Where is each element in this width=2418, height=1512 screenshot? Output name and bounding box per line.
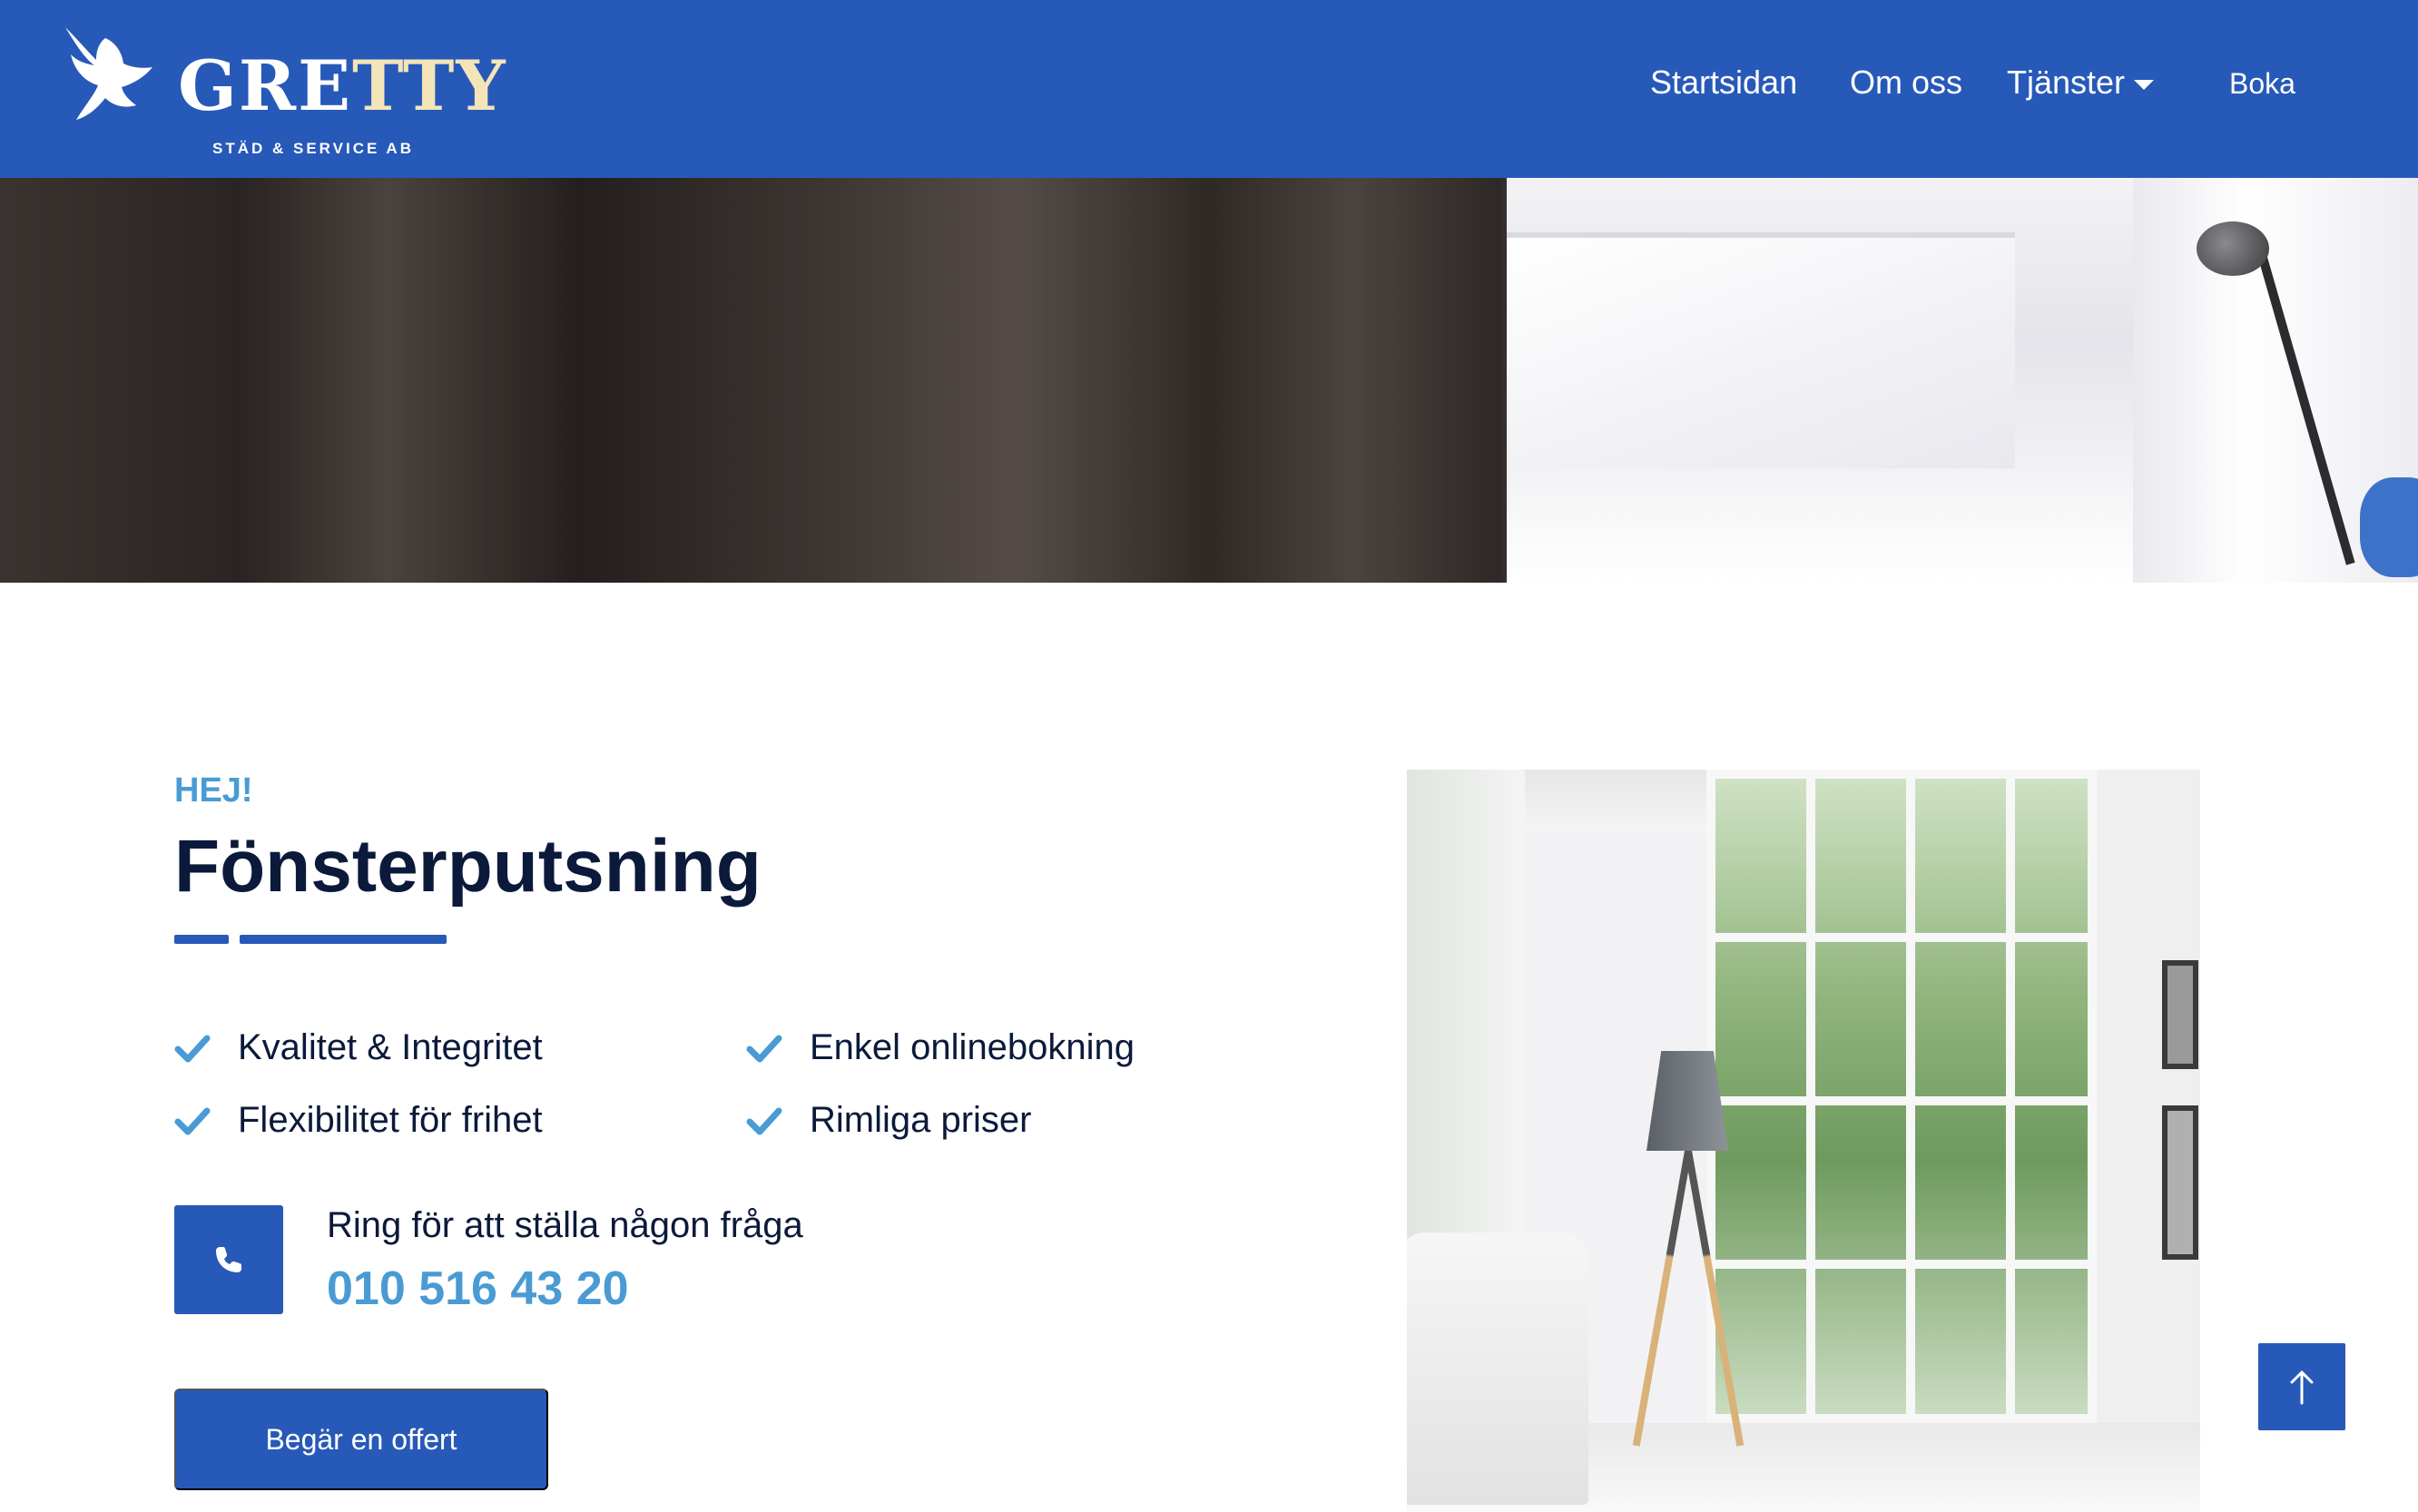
title-underline-short [174, 935, 229, 944]
feature-label: Kvalitet & Integritet [238, 1027, 543, 1067]
hero-image [0, 178, 2418, 583]
feature-item: Kvalitet & Integritet [172, 1027, 543, 1068]
hero-glove [2360, 477, 2418, 577]
hero-window-frame [1507, 232, 2015, 468]
check-icon [174, 1035, 211, 1062]
feature-label: Enkel onlinebokning [810, 1027, 1135, 1067]
phone-icon [216, 1247, 241, 1272]
check-icon [174, 1107, 211, 1134]
photo-mullion [1706, 1260, 2097, 1269]
photo-picture-frame [2162, 1105, 2198, 1260]
check-icon [746, 1107, 782, 1134]
brand-name: GRETTY [178, 45, 507, 126]
hero-cleaning-tool [2197, 221, 2269, 276]
nav-om-oss[interactable]: Om oss [1850, 64, 1962, 102]
back-to-top-button[interactable] [2258, 1343, 2345, 1430]
top-navbar: GRETTY STÄD & SERVICE AB Startsidan Om o… [0, 0, 2418, 178]
brand-tagline: STÄD & SERVICE AB [212, 140, 414, 157]
feature-label: Flexibilitet för frihet [238, 1100, 543, 1140]
room-photo [1407, 770, 2200, 1512]
caret-down-icon [2134, 79, 2155, 90]
request-quote-button[interactable]: Begär en offert [174, 1389, 548, 1490]
photo-picture-frame [2162, 960, 2198, 1069]
photo-mullion [1706, 933, 2097, 942]
brand-logo[interactable]: GRETTY STÄD & SERVICE AB [58, 18, 506, 163]
nav-tjanster-dropdown[interactable]: Tjänster [2007, 64, 2155, 102]
feature-label: Rimliga priser [810, 1100, 1032, 1140]
call-label: Ring för att ställa någon fråga [327, 1205, 803, 1245]
brand-name-gold: TTY [352, 45, 507, 126]
feature-item: Flexibilitet för frihet [172, 1100, 543, 1141]
nav-startsidan[interactable]: Startsidan [1650, 64, 1797, 102]
check-icon [746, 1035, 782, 1062]
photo-sofa [1407, 1232, 1588, 1505]
nav-tjanster-label: Tjänster [2007, 64, 2126, 101]
section-eyebrow: HEJ! [174, 771, 253, 810]
page-title: Fönsterputsning [174, 825, 762, 908]
feature-item: Rimliga priser [744, 1100, 1032, 1141]
feature-item: Enkel onlinebokning [744, 1027, 1135, 1068]
arrow-up-icon [2290, 1370, 2314, 1405]
photo-lamp-leg [1632, 1150, 1692, 1447]
brand-name-white: GRE [178, 45, 352, 126]
nav-boka[interactable]: Boka [2229, 67, 2295, 101]
title-underline-long [240, 935, 447, 944]
photo-mullion [1706, 1096, 2097, 1105]
dove-icon [65, 27, 152, 120]
phone-number-link[interactable]: 010 516 43 20 [327, 1262, 629, 1316]
phone-button[interactable] [174, 1205, 283, 1314]
